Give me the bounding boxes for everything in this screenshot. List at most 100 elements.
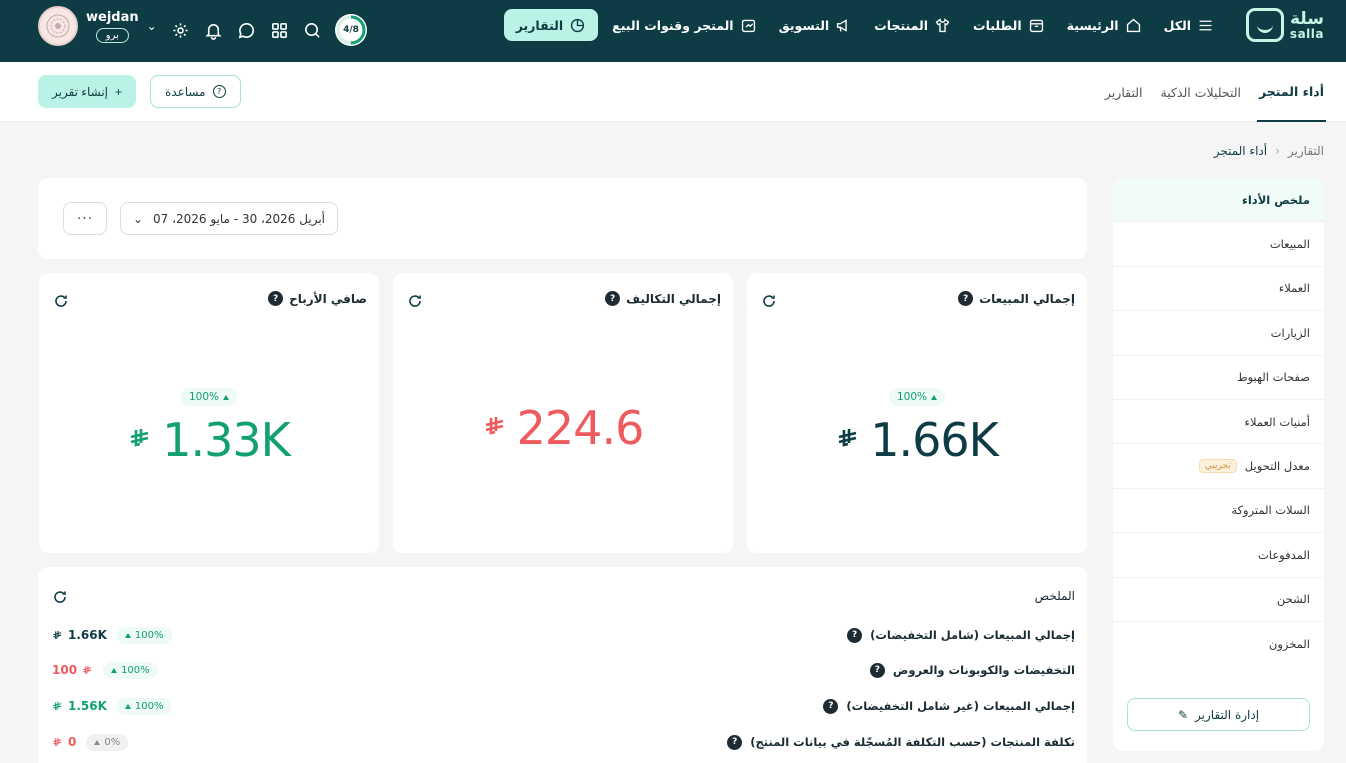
summary-row-amount: 1.66K: [52, 628, 107, 642]
breadcrumb-current: أداء المتجر: [1213, 144, 1268, 158]
summary-row-text: تكلفة المنتجات (حسب التكلفة المُسجّلة في…: [750, 735, 1075, 749]
bell-icon: [205, 23, 222, 40]
logo-text-english: salla: [1289, 26, 1324, 41]
refresh-button[interactable]: [407, 293, 423, 309]
tab-reports[interactable]: التقارير: [1103, 62, 1145, 122]
nav-item-channels[interactable]: المتجر وقنوات البيع: [604, 9, 764, 41]
plan-badge: برو: [95, 27, 129, 43]
nav-item-home[interactable]: الرئيسية: [1059, 9, 1150, 41]
trend-up-icon: [94, 739, 101, 745]
kpi-value: 1.66K: [870, 413, 999, 467]
date-range-picker[interactable]: أبريل 2026، 30 - مايو 2026، 07 ⌄: [119, 202, 338, 235]
more-options-button[interactable]: ···: [63, 202, 107, 235]
nav-item-all[interactable]: الكل: [1156, 9, 1222, 41]
salla-logo[interactable]: سلة salla: [1245, 8, 1324, 42]
nav-item-label: الطلبات: [973, 17, 1022, 33]
logo-text-arabic: سلة: [1289, 8, 1324, 29]
summary-row-values: 1.56K 100%: [52, 697, 172, 715]
help-button[interactable]: ? مساعدة: [150, 75, 241, 108]
summary-card: الملخص إجمالي المبيعات (شامل التخفيضات) …: [38, 567, 1087, 763]
user-menu[interactable]: wejdan برو ⌄: [38, 6, 157, 46]
avatar[interactable]: [38, 6, 78, 46]
kpi-delta-value: 100%: [188, 391, 220, 403]
sidebar-item-abandoned-carts[interactable]: السلات المتروكة: [1113, 489, 1324, 534]
onboarding-progress-ring[interactable]: 4/8: [335, 14, 367, 46]
pencil-icon: ✎: [1177, 707, 1189, 722]
sidebar-item-sales[interactable]: المبيعات: [1113, 222, 1324, 267]
sidebar-item-payments[interactable]: المدفوعات: [1113, 533, 1324, 578]
help-icon[interactable]: ?: [823, 698, 839, 714]
nav-item-marketing[interactable]: التسويق: [771, 9, 861, 41]
sidebar-item-label: معدل التحويل: [1244, 459, 1310, 474]
menu-icon: [1199, 20, 1212, 30]
sidebar-item-label: المدفوعات: [1257, 547, 1310, 562]
summary-row-label: إجمالي المبيعات (غير شامل التخفيضات) ?: [823, 698, 1075, 714]
kpi-value-row: 1.33K: [39, 413, 379, 467]
refresh-button[interactable]: [761, 293, 777, 309]
create-report-button[interactable]: + إنشاء تقرير: [38, 75, 137, 108]
home-icon: [1126, 18, 1140, 32]
date-filter-card: أبريل 2026، 30 - مايو 2026، 07 ⌄ ···: [38, 178, 1087, 259]
help-icon[interactable]: ?: [958, 291, 974, 306]
kpi-title: إجمالي المبيعات: [979, 291, 1075, 306]
summary-title: الملخص: [1034, 589, 1075, 603]
summary-row-value: 100: [52, 663, 78, 677]
help-icon[interactable]: ?: [869, 662, 885, 678]
nav-item-orders[interactable]: الطلبات: [965, 9, 1053, 41]
summary-row-text: إجمالي المبيعات (شامل التخفيضات): [870, 628, 1075, 642]
sidebar-item-shipping[interactable]: الشحن: [1113, 578, 1324, 622]
chevron-left-icon: ‹: [1275, 144, 1280, 158]
riyal-icon: [53, 701, 62, 710]
trend-up-icon: [931, 394, 938, 400]
sidebar-item-landing-pages[interactable]: صفحات الهبوط: [1113, 356, 1324, 400]
trend-up-icon: [111, 667, 118, 673]
manage-reports-button[interactable]: إدارة التقارير ✎: [1127, 698, 1310, 731]
sidebar-item-label: العملاء: [1278, 281, 1310, 296]
nav-item-products[interactable]: المنتجات: [866, 9, 959, 41]
create-report-label: إنشاء تقرير: [52, 84, 109, 99]
nav-item-label: التسويق: [778, 17, 830, 33]
sidebar-item-performance-summary[interactable]: ملخص الأداء: [1113, 178, 1324, 223]
sidebar-item-label: ملخص الأداء: [1241, 192, 1310, 207]
main-nav: الكل الرئيسية الطلبات المنتجات التسويق ا…: [503, 9, 1222, 41]
summary-row-text: التخفيضات والكوبونات والعروض: [892, 663, 1075, 677]
help-icon[interactable]: ?: [847, 627, 863, 643]
nav-item-reports[interactable]: التقارير: [503, 9, 599, 41]
help-icon[interactable]: ?: [605, 291, 621, 306]
kpi-delta-value: 100%: [896, 391, 928, 403]
help-icon[interactable]: ?: [268, 291, 284, 306]
tab-smart-analytics[interactable]: التحليلات الذكية: [1159, 62, 1244, 122]
kpi-header: إجمالي المبيعات ?: [958, 291, 1075, 306]
sidebar-item-visits[interactable]: الزيارات: [1113, 311, 1324, 356]
summary-row-delta: 100%: [116, 626, 172, 644]
chat-button[interactable]: [236, 20, 257, 41]
sidebar-item-customers[interactable]: العملاء: [1113, 267, 1324, 312]
chat-icon: [238, 22, 255, 38]
question-circle-icon: ?: [212, 85, 226, 98]
apps-button[interactable]: [269, 20, 290, 41]
search-button[interactable]: [302, 20, 323, 41]
summary-row-delta: 0%: [86, 733, 129, 751]
summary-row-amount: 100: [52, 663, 93, 677]
kpi-title: إجمالي التكاليف: [626, 291, 721, 306]
notifications-button[interactable]: [203, 20, 224, 41]
tab-store-performance[interactable]: أداء المتجر: [1257, 62, 1326, 122]
subnav-tabs: أداء المتجر التحليلات الذكية التقارير: [1103, 62, 1326, 122]
trend-up-icon: [223, 394, 230, 400]
summary-row-delta-value: 100%: [134, 629, 164, 641]
sidebar-item-conversion-rate[interactable]: معدل التحويل تجريبي: [1113, 444, 1324, 489]
user-meta: wejdan برو: [86, 10, 139, 43]
refresh-button[interactable]: [52, 589, 68, 605]
summary-row-delta-value: 0%: [104, 736, 121, 748]
breadcrumb-root[interactable]: التقارير: [1288, 144, 1324, 158]
top-navigation-bar: سلة salla الكل الرئيسية الطلبات المنتجات…: [0, 0, 1346, 62]
sidebar-item-wishlists[interactable]: أمنيات العملاء: [1113, 400, 1324, 445]
refresh-button[interactable]: [53, 293, 69, 309]
kpi-delta-badge: 100%: [180, 388, 238, 406]
settings-button[interactable]: [170, 20, 191, 41]
trend-up-icon: [124, 632, 131, 638]
chevron-down-icon[interactable]: ⌄: [147, 19, 157, 33]
sidebar-item-inventory[interactable]: المخزون: [1113, 622, 1324, 666]
riyal-icon: [128, 427, 152, 454]
help-icon[interactable]: ?: [727, 734, 743, 750]
